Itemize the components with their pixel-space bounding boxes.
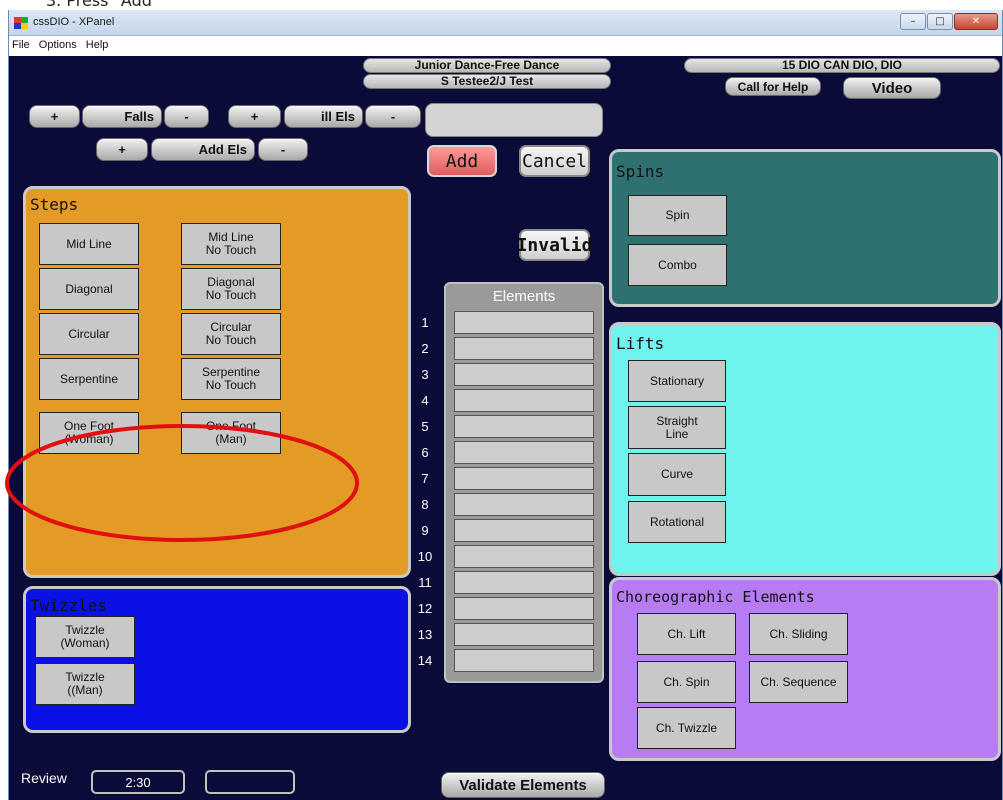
element-slot[interactable] <box>454 649 594 672</box>
menu-bar: File Options Help <box>9 36 1002 56</box>
falls-label-button[interactable]: Falls <box>82 105 162 128</box>
ill-els-minus-button[interactable]: - <box>365 105 421 128</box>
element-slot[interactable] <box>454 337 594 360</box>
lift-stationary-button[interactable]: Stationary <box>628 360 726 402</box>
twizzle-woman-button[interactable]: Twizzle (Woman) <box>35 616 135 658</box>
ch-sliding-button[interactable]: Ch. Sliding <box>749 613 848 655</box>
step-diagonal-button[interactable]: Diagonal <box>39 268 139 310</box>
ch-sequence-button[interactable]: Ch. Sequence <box>749 661 848 703</box>
falls-plus-button[interactable]: + <box>29 105 80 128</box>
scoring-panel: Junior Dance-Free Dance S Testee2/J Test… <box>9 56 1002 800</box>
title-bar: cssDIO - XPanel – □ ✕ <box>9 10 1002 36</box>
twizzles-panel: Twizzles Twizzle (Woman) Twizzle ((Man) <box>23 586 411 733</box>
panel-id: 15 DIO CAN DIO, DIO <box>684 58 1000 73</box>
cancel-button[interactable]: Cancel <box>519 145 590 177</box>
element-slot[interactable] <box>454 415 594 438</box>
lift-straight-line-button[interactable]: Straight Line <box>628 406 726 449</box>
twizzles-title: Twizzles <box>30 596 108 615</box>
step-mid-line-button[interactable]: Mid Line <box>39 223 139 265</box>
event-title: Junior Dance-Free Dance <box>363 58 611 73</box>
element-number: 1 <box>421 315 429 330</box>
element-number: 10 <box>417 549 433 564</box>
ch-twizzle-button[interactable]: Ch. Twizzle <box>637 707 736 749</box>
step-circular-button[interactable]: Circular <box>39 313 139 355</box>
time-display: 2:30 <box>91 770 185 794</box>
step-serpentine-button[interactable]: Serpentine <box>39 358 139 400</box>
lift-curve-button[interactable]: Curve <box>628 453 726 496</box>
element-number: 4 <box>421 393 429 408</box>
instruction-text: 3. Press "Add" <box>46 0 160 10</box>
element-slot[interactable] <box>454 389 594 412</box>
lifts-panel: Lifts Stationary Straight Line Curve Rot… <box>609 322 1001 576</box>
step-one-foot-woman-button[interactable]: One Foot (Woman) <box>39 412 139 454</box>
step-circular-no-touch-button[interactable]: Circular No Touch <box>181 313 281 355</box>
validate-elements-button[interactable]: Validate Elements <box>441 772 605 798</box>
minimize-button[interactable]: – <box>900 13 926 30</box>
window-title: cssDIO - XPanel <box>33 16 115 28</box>
element-slot[interactable] <box>454 571 594 594</box>
element-number: 14 <box>417 653 433 668</box>
step-one-foot-man-button[interactable]: One Foot (Man) <box>181 412 281 454</box>
instruction-caption: 3. Press "Add" <box>0 0 1003 10</box>
add-els-minus-button[interactable]: - <box>258 138 308 161</box>
element-slot[interactable] <box>454 467 594 490</box>
elements-title: Elements <box>492 288 556 305</box>
ill-els-plus-button[interactable]: + <box>228 105 281 128</box>
ch-lift-button[interactable]: Ch. Lift <box>637 613 736 655</box>
element-slot[interactable] <box>454 519 594 542</box>
element-number: 3 <box>421 367 429 382</box>
ch-spin-button[interactable]: Ch. Spin <box>637 661 736 703</box>
element-slot[interactable] <box>454 493 594 516</box>
element-entry-field[interactable] <box>425 103 603 137</box>
ill-els-label-button[interactable]: ill Els <box>284 105 363 128</box>
add-els-plus-button[interactable]: + <box>96 138 148 161</box>
add-els-label-button[interactable]: Add Els <box>151 138 255 161</box>
element-slot[interactable] <box>454 441 594 464</box>
review-label: Review <box>21 770 67 786</box>
element-number: 8 <box>421 497 429 512</box>
element-slot[interactable] <box>454 363 594 386</box>
invalid-button[interactable]: Invalid <box>517 229 592 261</box>
elements-panel: Elements <box>444 282 604 683</box>
element-number: 11 <box>418 575 432 590</box>
element-slot[interactable] <box>454 623 594 646</box>
spin-button[interactable]: Spin <box>628 195 727 236</box>
app-window: cssDIO - XPanel – □ ✕ File Options Help … <box>8 10 1003 800</box>
twizzle-man-button[interactable]: Twizzle ((Man) <box>35 663 135 705</box>
spins-title: Spins <box>616 162 665 181</box>
lifts-title: Lifts <box>616 334 665 353</box>
step-mid-line-no-touch-button[interactable]: Mid Line No Touch <box>181 223 281 265</box>
step-diagonal-no-touch-button[interactable]: Diagonal No Touch <box>181 268 281 310</box>
steps-title: Steps <box>30 195 79 214</box>
element-number: 9 <box>421 523 429 538</box>
element-slot[interactable] <box>454 545 594 568</box>
element-number: 12 <box>417 601 433 616</box>
element-number: 5 <box>421 419 429 434</box>
add-button[interactable]: Add <box>427 145 497 177</box>
choreo-panel: Choreographic Elements Ch. Lift Ch. Slid… <box>609 577 1001 761</box>
element-number: 2 <box>421 341 429 356</box>
element-number: 6 <box>421 445 429 460</box>
app-logo-icon <box>14 17 28 29</box>
spins-panel: Spins Spin Combo <box>609 149 1001 307</box>
menu-options[interactable]: Options <box>36 36 80 51</box>
video-button[interactable]: Video <box>843 77 941 99</box>
menu-help[interactable]: Help <box>83 36 112 51</box>
lift-rotational-button[interactable]: Rotational <box>628 501 726 543</box>
close-button[interactable]: ✕ <box>954 13 998 30</box>
element-number: 7 <box>421 471 429 486</box>
call-for-help-button[interactable]: Call for Help <box>725 77 821 96</box>
skaters-name: S Testee2/J Test <box>363 74 611 89</box>
combo-spin-button[interactable]: Combo <box>628 244 727 286</box>
choreo-title: Choreographic Elements <box>616 588 815 606</box>
step-serpentine-no-touch-button[interactable]: Serpentine No Touch <box>181 358 281 400</box>
element-slot[interactable] <box>454 597 594 620</box>
element-number: 13 <box>417 627 433 642</box>
falls-minus-button[interactable]: - <box>164 105 209 128</box>
element-slot[interactable] <box>454 311 594 334</box>
steps-panel: Steps Mid Line Mid Line No Touch Diagona… <box>23 186 411 578</box>
review-field[interactable] <box>205 770 295 794</box>
menu-file[interactable]: File <box>9 36 33 51</box>
maximize-button[interactable]: □ <box>927 13 953 30</box>
